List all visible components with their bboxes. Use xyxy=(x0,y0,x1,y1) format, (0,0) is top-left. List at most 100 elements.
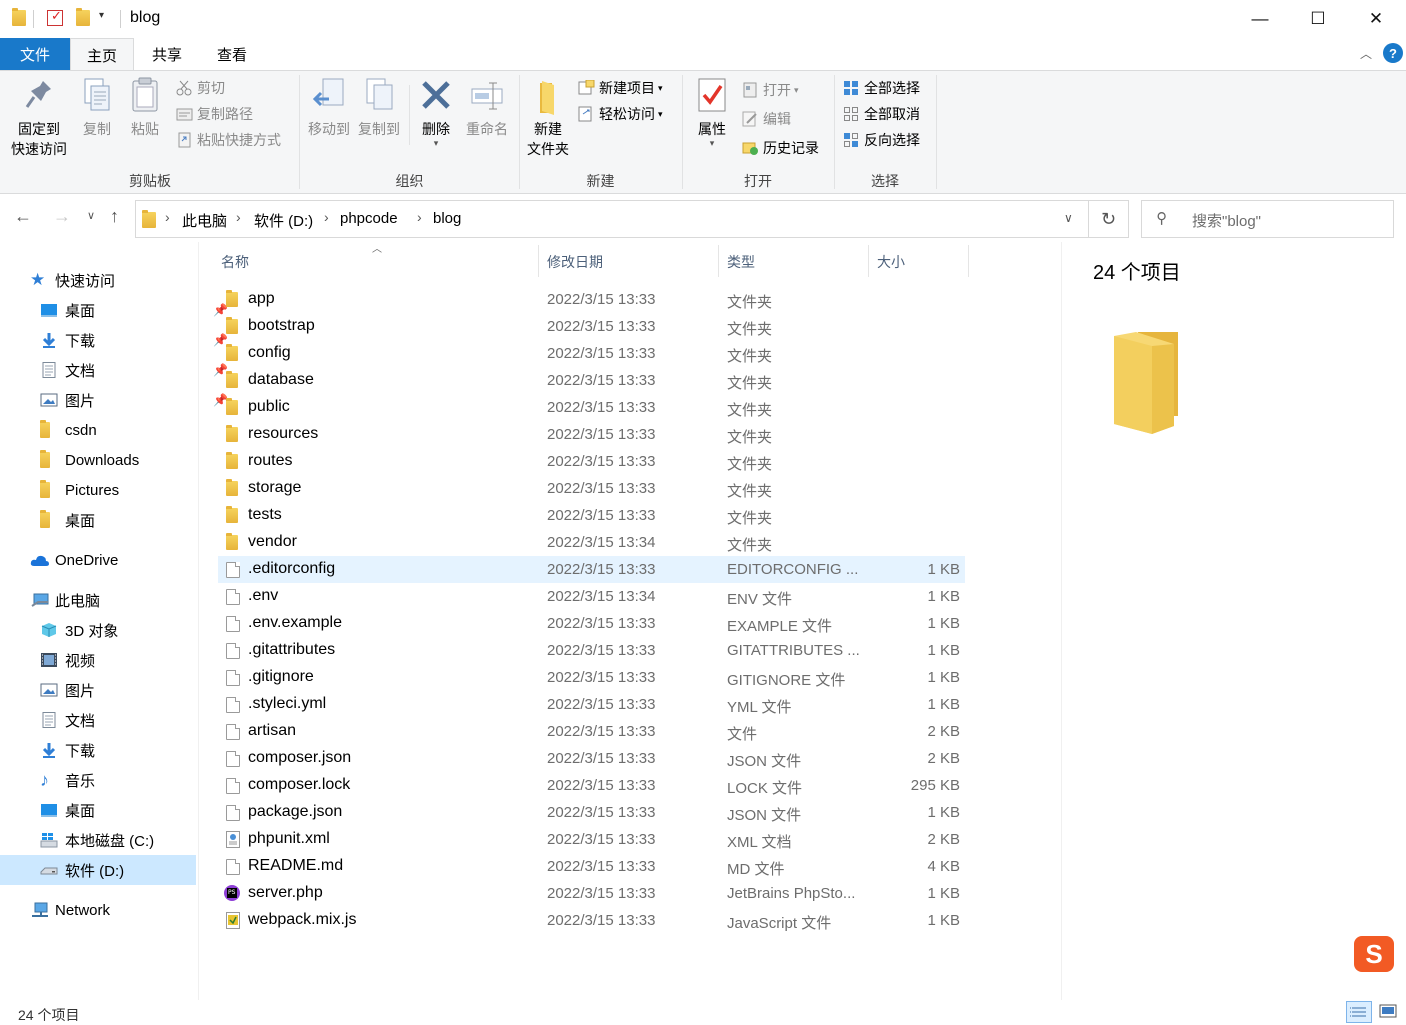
pin-quick-access-button[interactable]: 固定到 快速访问 xyxy=(8,75,70,159)
address-bar[interactable]: › 此电脑 › 软件 (D:) › phpcode › blog ∨ xyxy=(135,200,1089,238)
file-row[interactable]: .env.example 2022/3/15 13:33 EXAMPLE 文件 1 K… xyxy=(218,610,965,637)
nav-videos[interactable]: 视频 xyxy=(40,645,236,675)
new-item-button[interactable]: 新建项目 ▾ xyxy=(578,77,663,99)
nav-pc-downloads[interactable]: 下载 xyxy=(40,735,236,765)
properties-button[interactable]: 属性 ▾ xyxy=(690,75,734,148)
nav-downloads-folder[interactable]: Downloads xyxy=(40,445,236,475)
nav-this-pc[interactable]: 此电脑 xyxy=(30,585,226,615)
folder-row[interactable]: routes 2022/3/15 13:33 文件夹 xyxy=(218,448,965,475)
file-row[interactable]: package.json 2022/3/15 13:33 JSON 文件 1 KB xyxy=(218,799,965,826)
ime-s-icon[interactable]: S xyxy=(1354,936,1394,972)
properties-check-icon[interactable]: ✓ xyxy=(47,8,63,26)
file-row[interactable]: composer.lock 2022/3/15 13:33 LOCK 文件 295 K… xyxy=(218,772,965,799)
nav-quick-access[interactable]: ★ 快速访问 xyxy=(30,265,226,295)
edit-button[interactable]: 编辑 xyxy=(742,108,791,130)
breadcrumb-blog[interactable]: blog xyxy=(433,210,461,227)
delete-dropdown-icon[interactable]: ▾ xyxy=(434,139,439,148)
breadcrumb-drive-d[interactable]: 软件 (D:) xyxy=(254,210,313,231)
details-view-button[interactable] xyxy=(1346,1001,1372,1023)
copy-to-button[interactable]: 复制到 xyxy=(354,75,404,139)
copy-path-button[interactable]: 复制路径 xyxy=(176,103,253,125)
nav-drive-c[interactable]: 本地磁盘 (C:) xyxy=(40,825,236,855)
breadcrumb-phpcode[interactable]: phpcode xyxy=(340,210,398,227)
up-arrow-icon[interactable]: ↑ xyxy=(110,206,119,227)
forward-arrow-icon[interactable]: → xyxy=(53,206,71,227)
chevron-right-icon[interactable]: › xyxy=(324,209,329,225)
file-row[interactable]: .gitattributes 2022/3/15 13:33 GITATTRIBUT… xyxy=(218,637,965,664)
delete-button[interactable]: 删除 ▾ xyxy=(416,75,456,148)
nav-desktop-folder[interactable]: 桌面 xyxy=(40,505,236,535)
file-row[interactable]: .editorconfig 2022/3/15 13:33 EDITORCONFIG… xyxy=(218,556,965,583)
nav-downloads[interactable]: 下载 📌 xyxy=(40,325,236,355)
file-row[interactable]: README.md 2022/3/15 13:33 MD 文件 4 KB xyxy=(218,853,965,880)
nav-pc-documents[interactable]: 文档 xyxy=(40,705,236,735)
column-header-name[interactable]: 名称 xyxy=(221,252,249,272)
paste-button[interactable]: 粘贴 xyxy=(124,75,166,139)
column-header-modified[interactable]: 修改日期 xyxy=(547,252,603,272)
collapse-ribbon-icon[interactable]: ︿ xyxy=(1360,45,1372,62)
folder-row[interactable]: app 2022/3/15 13:33 文件夹 xyxy=(218,286,965,313)
breadcrumb-this-pc[interactable]: 此电脑 xyxy=(182,210,227,231)
properties-dropdown-icon[interactable]: ▾ xyxy=(710,139,715,148)
select-all-button[interactable]: 全部选择 xyxy=(843,77,920,99)
folder-row[interactable]: public 2022/3/15 13:33 文件夹 xyxy=(218,394,965,421)
easy-access-button[interactable]: 轻松访问 ▾ xyxy=(578,103,663,125)
nav-documents[interactable]: 文档 📌 xyxy=(40,355,236,385)
file-row[interactable]: PS server.php 2022/3/15 13:33 JetBrains Php… xyxy=(218,880,965,907)
customize-toolbar-icon[interactable]: ▾ xyxy=(99,10,104,21)
file-row[interactable]: .env 2022/3/15 13:34 ENV 文件 1 KB xyxy=(218,583,965,610)
tab-view[interactable]: 查看 xyxy=(200,38,264,70)
history-button[interactable]: 历史记录 xyxy=(742,137,819,159)
open-button[interactable]: 打开 ▾ xyxy=(742,79,799,101)
folder-row[interactable]: config 2022/3/15 13:33 文件夹 xyxy=(218,340,965,367)
paste-shortcut-button[interactable]: 粘贴快捷方式 xyxy=(176,129,281,151)
folder-row[interactable]: vendor 2022/3/15 13:34 文件夹 xyxy=(218,529,965,556)
nav-music[interactable]: ♪ 音乐 xyxy=(40,765,236,795)
back-arrow-icon[interactable]: ← xyxy=(14,206,32,227)
tab-file[interactable]: 文件 xyxy=(0,38,70,70)
nav-onedrive[interactable]: OneDrive xyxy=(30,545,226,575)
move-to-button[interactable]: 移动到 xyxy=(304,75,354,139)
file-row[interactable]: artisan 2022/3/15 13:33 文件 2 KB xyxy=(218,718,965,745)
file-row[interactable]: phpunit.xml 2022/3/15 13:33 XML 文档 2 KB xyxy=(218,826,965,853)
recent-locations-chevron-icon[interactable]: ∨ xyxy=(87,209,95,222)
nav-desktop[interactable]: 桌面 📌 xyxy=(40,295,236,325)
minimize-button[interactable]: — xyxy=(1231,0,1289,38)
folder-row[interactable]: database 2022/3/15 13:33 文件夹 xyxy=(218,367,965,394)
help-icon[interactable]: ? xyxy=(1383,43,1403,63)
nav-csdn[interactable]: csdn xyxy=(40,415,236,445)
chevron-right-icon[interactable]: › xyxy=(236,209,241,225)
new-folder-icon[interactable] xyxy=(76,8,90,26)
file-row[interactable]: composer.json 2022/3/15 13:33 JSON 文件 2 KB xyxy=(218,745,965,772)
nav-3d-objects[interactable]: 3D 对象 xyxy=(40,615,236,645)
folder-row[interactable]: bootstrap 2022/3/15 13:33 文件夹 xyxy=(218,313,965,340)
column-header-type[interactable]: 类型 xyxy=(727,252,755,272)
column-header-size[interactable]: 大小 xyxy=(877,252,905,272)
search-input[interactable]: ⚲ 搜索"blog" xyxy=(1141,200,1394,238)
invert-selection-button[interactable]: 反向选择 xyxy=(843,129,920,151)
nav-pc-desktop[interactable]: 桌面 xyxy=(40,795,236,825)
address-dropdown-chevron-icon[interactable]: ∨ xyxy=(1064,211,1073,225)
file-row[interactable]: .styleci.yml 2022/3/15 13:33 YML 文件 1 KB xyxy=(218,691,965,718)
select-none-button[interactable]: 全部取消 xyxy=(843,103,920,125)
folder-row[interactable]: resources 2022/3/15 13:33 文件夹 xyxy=(218,421,965,448)
nav-pictures-folder[interactable]: Pictures xyxy=(40,475,236,505)
new-folder-button[interactable]: 新建 文件夹 xyxy=(524,75,572,159)
large-icons-view-button[interactable] xyxy=(1376,1001,1402,1023)
nav-pc-pictures[interactable]: 图片 xyxy=(40,675,236,705)
maximize-button[interactable]: ☐ xyxy=(1289,0,1347,38)
cut-button[interactable]: 剪切 xyxy=(176,77,225,99)
rename-button[interactable]: 重命名 xyxy=(462,75,512,139)
nav-drive-d[interactable]: 软件 (D:) xyxy=(0,855,196,885)
copy-button[interactable]: 复制 xyxy=(76,75,118,139)
folder-row[interactable]: storage 2022/3/15 13:33 文件夹 xyxy=(218,475,965,502)
chevron-right-icon[interactable]: › xyxy=(417,209,422,225)
folder-row[interactable]: tests 2022/3/15 13:33 文件夹 xyxy=(218,502,965,529)
file-row[interactable]: webpack.mix.js 2022/3/15 13:33 JavaScript … xyxy=(218,907,965,934)
close-button[interactable]: ✕ xyxy=(1347,0,1405,38)
chevron-right-icon[interactable]: › xyxy=(165,209,170,225)
tab-share[interactable]: 共享 xyxy=(134,38,200,70)
file-row[interactable]: .gitignore 2022/3/15 13:33 GITIGNORE 文件 1 K… xyxy=(218,664,965,691)
nav-pictures[interactable]: 图片 📌 xyxy=(40,385,236,415)
nav-network[interactable]: Network xyxy=(30,895,226,925)
